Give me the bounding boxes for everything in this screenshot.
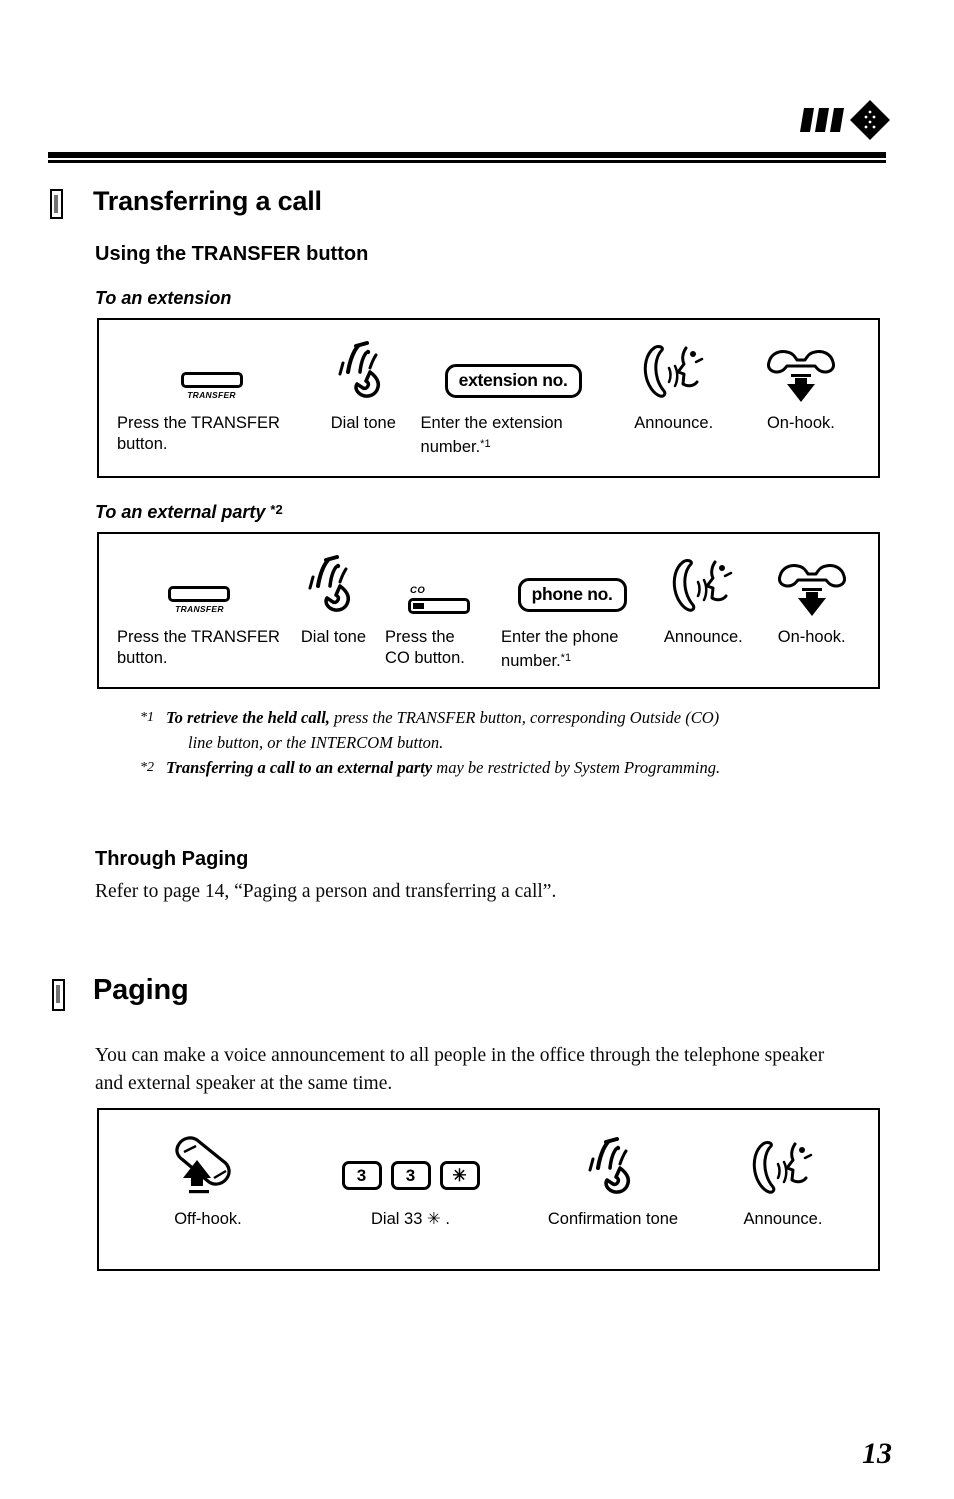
step-label: Enter the phone number.*1 (501, 627, 618, 672)
dial-key[interactable]: 3 (390, 1161, 431, 1190)
header-rule (48, 152, 886, 163)
dial-tone-icon (338, 341, 381, 398)
step-label: Announce. (634, 414, 714, 432)
procedure-box-paging: Off-hook. 3 3 ✳ Dial 33 ✳ . Confirmation… (97, 1108, 880, 1271)
forward-arrow-icon (800, 100, 890, 140)
on-hook-icon (777, 564, 846, 616)
footnote-ref: *1 (480, 438, 491, 450)
step-label: Press the CO button. (385, 628, 465, 667)
step-label: Announce. (743, 1210, 823, 1228)
step-off-hook: Off-hook. (113, 1134, 303, 1230)
step-on-hook: On-hook. (738, 338, 864, 434)
step-press-co-button: CO Press the CO button. (381, 552, 497, 669)
transfer-button-caption: TRANSFER (187, 390, 236, 400)
step-label: Announce. (663, 628, 743, 646)
footnote-1: *1 To retrieve the held call, press the … (140, 706, 880, 755)
step-announce: Announce. (647, 552, 759, 648)
step-label: On-hook. (777, 628, 846, 646)
announce-icon (673, 559, 733, 612)
page-title-transferring: Transferring a call (93, 186, 322, 216)
section-marker-icon (50, 189, 63, 219)
step-label: Dial tone (330, 414, 396, 432)
dial-key[interactable]: 3 (341, 1161, 382, 1190)
announce-icon (643, 345, 703, 398)
procedure-box-to-an-external-party: TRANSFER Press the TRANSFER button. Dial… (97, 532, 880, 689)
step-label: Dial 33 ✳ . (371, 1210, 450, 1228)
step-press-transfer: TRANSFER Press the TRANSFER button. (113, 552, 286, 669)
footnote-mark: *2 (140, 760, 154, 775)
dial-keys: 3 3 ✳ (341, 1161, 480, 1190)
extension-no-pill: extension no. (444, 364, 582, 398)
heading-to-an-external-party: To an external party *2 (95, 502, 283, 523)
step-dial-tone: Dial tone (310, 338, 416, 434)
step-dial-33-star: 3 3 ✳ Dial 33 ✳ . (303, 1134, 518, 1230)
step-label: Confirmation tone (547, 1210, 679, 1228)
dial-key[interactable]: ✳ (439, 1161, 480, 1190)
page-number: 13 (862, 1437, 892, 1470)
footnote-text: may be restricted by System Programming. (432, 758, 721, 777)
step-label: Press the TRANSFER button. (117, 628, 280, 667)
dial-tone-icon (308, 555, 351, 612)
footnotes: *1 To retrieve the held call, press the … (140, 706, 880, 782)
step-press-transfer: TRANSFER Press the TRANSFER button. (113, 338, 310, 455)
step-dial-tone: Dial tone (286, 552, 381, 648)
footnote-2: *2 Transferring a call to an external pa… (140, 756, 880, 781)
paging-intro-text: You can make a voice announcement to all… (95, 1045, 825, 1094)
step-label: Off-hook. (174, 1210, 242, 1228)
co-button-icon: CO (408, 585, 471, 614)
heading-text: To an external party (95, 502, 266, 522)
footnote-text: press the TRANSFER button, corresponding… (329, 708, 720, 727)
subheading-using-transfer-button: Using the TRANSFER button (95, 243, 369, 265)
subheading-through-paging: Through Paging (95, 848, 249, 870)
step-enter-extension-number: extension no. Enter the extension number… (417, 338, 610, 458)
step-announce: Announce. (610, 338, 738, 434)
manual-page: Transferring a call Using the TRANSFER b… (0, 0, 954, 1499)
step-label-text: Enter the extension number. (420, 414, 563, 456)
procedure-box-to-an-extension: TRANSFER Press the TRANSFER button. Dial… (97, 318, 880, 478)
step-label: Enter the extension number.*1 (421, 413, 563, 458)
footnote-ref: *1 (560, 652, 572, 664)
phone-no-pill: phone no. (517, 578, 627, 612)
co-button-caption: CO (410, 585, 426, 596)
step-label: Dial tone (300, 628, 366, 646)
transfer-button-icon: TRANSFER (180, 372, 243, 400)
step-label: On-hook. (766, 414, 835, 432)
heading-to-an-extension: To an extension (95, 288, 232, 308)
footnote-continuation: line button, or the INTERCOM button. (188, 732, 444, 752)
step-label: Press the TRANSFER button. (117, 414, 280, 453)
step-confirmation-tone: Confirmation tone (518, 1134, 708, 1230)
footnote-mark: *1 (140, 710, 154, 725)
step-on-hook: On-hook. (759, 552, 864, 648)
transfer-button-caption: TRANSFER (175, 604, 224, 614)
step-enter-phone-number: phone no. Enter the phone number.*1 (497, 552, 647, 672)
page-title-paging: Paging (93, 974, 189, 1006)
section-marker-icon (52, 979, 65, 1011)
footnote-lead: To retrieve the held call, (166, 708, 330, 727)
dial-tone-icon (588, 1137, 631, 1194)
footnote-lead: Transferring a call to an external party (166, 758, 433, 777)
announce-icon (752, 1141, 813, 1194)
through-paging-text: Refer to page 14, “Paging a person and t… (95, 881, 557, 902)
footnote-ref: *2 (270, 502, 283, 517)
off-hook-icon (175, 1136, 231, 1194)
on-hook-icon (766, 350, 835, 402)
step-announce: Announce. (708, 1134, 858, 1230)
transfer-button-icon: TRANSFER (168, 586, 231, 614)
